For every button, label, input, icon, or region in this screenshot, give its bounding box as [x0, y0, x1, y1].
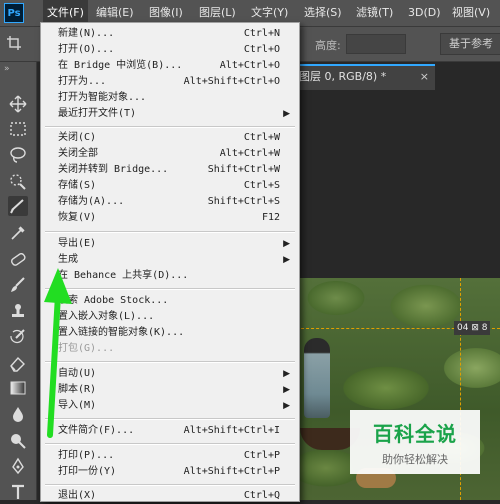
menu-item-revert[interactable]: 恢复(V) F12 [42, 210, 298, 226]
menu-item-open[interactable]: 打开(O)... Ctrl+O [42, 42, 298, 58]
marquee-tool[interactable] [8, 119, 28, 139]
marquee-icon [10, 122, 26, 136]
annotation-arrow-icon [44, 268, 72, 438]
menu-item-open-as[interactable]: 打开为... Alt+Shift+Ctrl+O [42, 74, 298, 90]
menu-item-search-stock[interactable]: 搜索 Adobe Stock... [42, 293, 298, 309]
crop-tool[interactable] [8, 196, 28, 216]
move-icon [9, 95, 27, 113]
gradient-icon [10, 381, 26, 395]
collapse-panel-icon[interactable]: » [4, 64, 10, 74]
watermark-subtitle: 助你轻松解决 [382, 453, 448, 466]
close-tab-icon[interactable]: × [420, 66, 429, 88]
type-tool[interactable] [8, 482, 28, 502]
menu-view[interactable]: 视图(V) [452, 0, 490, 26]
menu-3d[interactable]: 3D(D) [408, 0, 441, 26]
menu-select[interactable]: 选择(S) [304, 0, 342, 26]
menu-item-print-one-copy[interactable]: 打印一份(Y) Alt+Shift+Ctrl+P [42, 464, 298, 480]
layer-badge: 04 ⊠ 8 [454, 321, 491, 335]
menu-item-automate[interactable]: 自动(U) ▶ [42, 366, 298, 382]
submenu-arrow-icon: ▶ [283, 369, 290, 379]
history-brush-icon [10, 329, 25, 344]
menu-item-generate[interactable]: 生成 ▶ [42, 252, 298, 268]
reference-button[interactable]: 基于参考 [440, 33, 500, 55]
submenu-arrow-icon: ▶ [283, 109, 290, 119]
history-brush-tool[interactable] [8, 327, 28, 347]
dodge-tool[interactable] [8, 430, 28, 450]
image-figure [304, 338, 330, 418]
menu-item-open-smart-object[interactable]: 打开为智能对象... [42, 90, 298, 106]
menu-item-place-embedded[interactable]: 置入嵌入对象(L)... [42, 309, 298, 325]
blur-tool[interactable] [8, 404, 28, 424]
document-tab-title: 图层 0, RGB/8) * [299, 70, 387, 83]
photoshop-logo: Ps [4, 3, 24, 23]
dodge-icon [11, 434, 26, 449]
menu-item-place-linked[interactable]: 置入链接的智能对象(K)... [42, 325, 298, 341]
height-label: 高度: [315, 39, 341, 52]
menu-item-save[interactable]: 存储(S) Ctrl+S [42, 178, 298, 194]
height-input[interactable] [346, 34, 406, 54]
move-tool[interactable] [8, 94, 28, 114]
menu-item-export[interactable]: 导出(E) ▶ [42, 236, 298, 252]
submenu-arrow-icon: ▶ [283, 239, 290, 249]
watermark-logo: 百科全说 助你轻松解决 [350, 410, 480, 474]
menu-item-share-behance[interactable]: 在 Behance 上共享(D)... [42, 268, 298, 284]
menu-item-recent-files[interactable]: 最近打开文件(T) ▶ [42, 106, 298, 122]
menu-item-import[interactable]: 导入(M) ▶ [42, 398, 298, 414]
menu-separator [45, 361, 295, 363]
submenu-arrow-icon: ▶ [283, 401, 290, 411]
menu-item-save-as[interactable]: 存储为(A)... Shift+Ctrl+S [42, 194, 298, 210]
submenu-arrow-icon: ▶ [283, 385, 290, 395]
menu-item-close[interactable]: 关闭(C) Ctrl+W [42, 130, 298, 146]
eraser-icon [10, 356, 25, 372]
eraser-tool[interactable] [8, 353, 28, 373]
menu-separator [45, 126, 295, 128]
brush-icon [11, 277, 25, 292]
menu-separator [45, 484, 295, 486]
menu-item-exit[interactable]: 退出(X) Ctrl+Q [42, 488, 298, 504]
menu-item-print[interactable]: 打印(P)... Ctrl+P [42, 448, 298, 464]
quick-select-tool[interactable] [8, 171, 28, 191]
type-icon [12, 484, 24, 499]
gradient-tool[interactable] [8, 378, 28, 398]
watermark-title: 百科全说 [373, 422, 457, 446]
brush-tool[interactable] [8, 275, 28, 295]
menu-item-new[interactable]: 新建(N)... Ctrl+N [42, 26, 298, 42]
pen-icon [12, 457, 24, 475]
clone-stamp-icon [12, 304, 24, 317]
menu-item-close-go-bridge[interactable]: 关闭并转到 Bridge... Shift+Ctrl+W [42, 162, 298, 178]
menu-separator [45, 418, 295, 420]
menu-item-scripts[interactable]: 脚本(R) ▶ [42, 382, 298, 398]
crop-tool-preset-icon[interactable] [6, 35, 22, 51]
healing-brush-tool[interactable] [8, 249, 28, 269]
menu-item-package: 打包(G)... [58, 343, 115, 354]
pen-tool[interactable] [8, 456, 28, 476]
blur-icon [13, 407, 23, 422]
lasso-tool[interactable] [8, 145, 28, 165]
eyedropper-tool[interactable] [8, 223, 28, 243]
document-tab[interactable]: 图层 0, RGB/8) * × [295, 64, 435, 90]
menu-item-browse-bridge[interactable]: 在 Bridge 中浏览(B)... Alt+Ctrl+O [42, 58, 298, 74]
menu-item-file-info[interactable]: 文件简介(F)... Alt+Shift+Ctrl+I [42, 423, 298, 439]
menu-separator [45, 288, 295, 290]
lasso-icon [10, 147, 26, 163]
menu-item-close-all[interactable]: 关闭全部 Alt+Ctrl+W [42, 146, 298, 162]
menu-separator [45, 231, 295, 233]
clone-stamp-tool[interactable] [8, 301, 28, 321]
eyedropper-icon [11, 226, 25, 240]
menu-filter[interactable]: 滤镜(T) [356, 0, 393, 26]
quick-select-icon [10, 174, 26, 190]
crop-icon [10, 199, 24, 214]
menu-separator [45, 443, 295, 445]
healing-brush-icon [11, 253, 26, 266]
submenu-arrow-icon: ▶ [283, 255, 290, 265]
